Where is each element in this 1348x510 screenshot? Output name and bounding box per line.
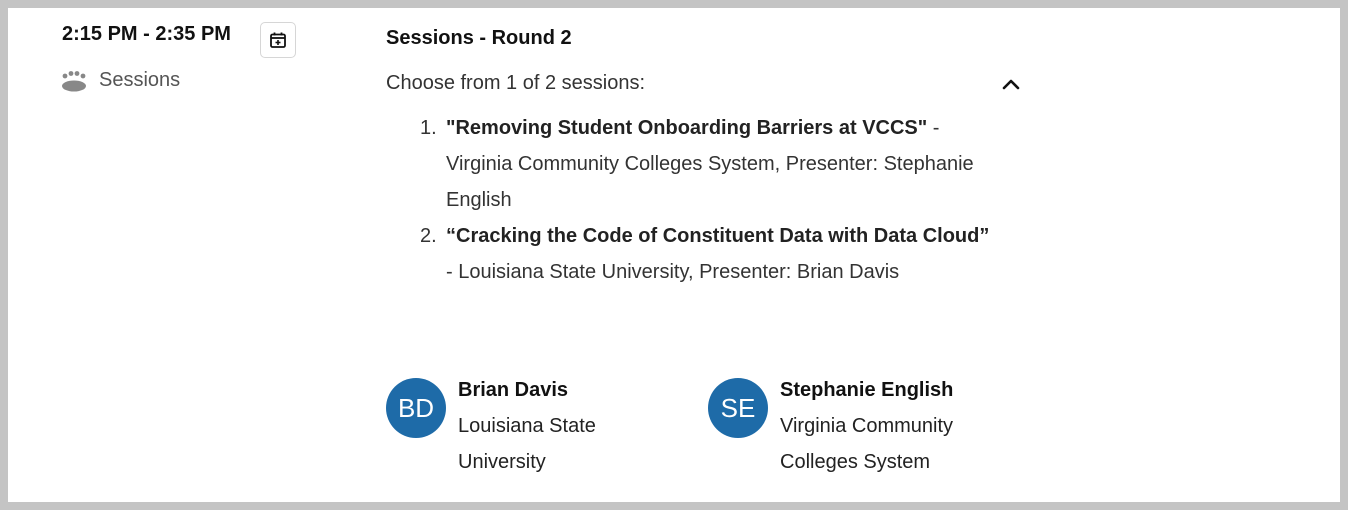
session-card: 2:15 PM - 2:35 PM Sessions Sessions - Ro… (8, 8, 1340, 502)
calendar-add-icon (270, 32, 286, 48)
speaker-organization: Louisiana State University (458, 415, 596, 473)
session-item-title: “Cracking the Code of Constituent Data w… (446, 225, 990, 247)
speaker-name: Stephanie English (780, 379, 954, 401)
add-to-calendar-button[interactable] (260, 22, 296, 58)
session-type-label: Sessions (99, 69, 181, 91)
avatar: BD (386, 378, 446, 438)
list-item-number: 2. (420, 225, 437, 247)
session-title: Sessions - Round 2 (386, 27, 572, 49)
session-list: 1. "Removing Student Onboarding Barriers … (420, 110, 991, 290)
session-item-detail: - Louisiana State University, Presenter:… (446, 261, 900, 283)
session-chooser-text: Choose from 1 of 2 sessions: (386, 72, 646, 94)
session-time: 2:15 PM - 2:35 PM (62, 23, 231, 45)
people-group-icon (62, 70, 86, 91)
speaker-card[interactable]: SE Stephanie English Virginia Community … (708, 378, 980, 480)
speaker-card[interactable]: BD Brian Davis Louisiana State Universit… (386, 378, 658, 480)
chevron-up-icon (1002, 79, 1020, 90)
speaker-name: Brian Davis (458, 379, 569, 401)
avatar: SE (708, 378, 768, 438)
list-item: 1. "Removing Student Onboarding Barriers … (420, 110, 991, 218)
session-type: Sessions (61, 69, 180, 92)
list-item-number: 1. (420, 117, 437, 139)
speaker-info: Stephanie English Virginia Community Col… (780, 372, 980, 480)
collapse-toggle[interactable] (998, 72, 1024, 96)
speaker-info: Brian Davis Louisiana State University (458, 372, 658, 480)
speaker-organization: Virginia Community Colleges System (780, 415, 954, 473)
list-item: 2. “Cracking the Code of Constituent Data… (420, 218, 991, 290)
session-item-title: "Removing Student Onboarding Barriers at… (446, 117, 928, 139)
